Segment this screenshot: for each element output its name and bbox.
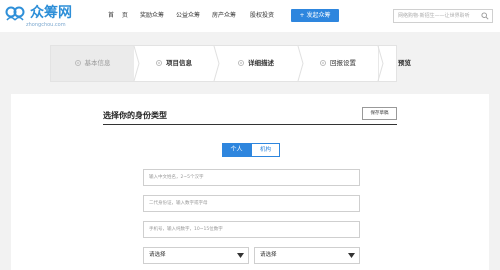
step-basic-info[interactable]: 基本信息 [51,46,134,81]
step-separator-icon [213,46,220,81]
identity-type-toggle: 个人 机构 [222,143,280,157]
nav-reward-crowdfunding[interactable]: 奖励众筹 [140,12,164,20]
name-field [143,169,360,186]
step-label: 预览 [398,59,411,67]
nav-charity-crowdfunding[interactable]: 公益众筹 [176,12,200,20]
province-select[interactable]: 请选择 [143,247,249,264]
select-value: 请选择 [260,252,277,258]
progress-steps: 基本信息 项目信息 详细描述 回报设置 预览 [50,45,411,82]
id-card-field [143,195,360,212]
id-card-input[interactable] [149,196,354,211]
logo-title: 众筹网 [30,5,72,21]
step-project-info[interactable]: 项目信息 [134,46,214,81]
step-preview[interactable]: 预览 [378,46,430,81]
search-box [393,9,493,23]
top-header: 众筹网 zhongchou.com 首 页 奖励众筹 公益众筹 房产众筹 股权投… [0,0,500,32]
search-input[interactable] [398,10,478,22]
identity-organization-tab[interactable]: 机构 [251,143,280,157]
start-crowdfunding-button[interactable]: + 发起众筹 [291,9,339,22]
phone-input[interactable] [149,222,354,237]
nav-equity-investment[interactable]: 股权投资 [250,12,274,20]
name-input[interactable] [149,170,354,185]
step-separator-icon [297,46,304,81]
step-reward-settings[interactable]: 回报设置 [298,46,378,81]
city-select[interactable]: 请选择 [254,247,360,264]
section-title: 选择你的身份类型 [103,111,167,120]
title-divider [103,124,397,125]
step-detailed-description[interactable]: 详细描述 [214,46,298,81]
step-label: 项目信息 [166,59,192,67]
step-separator-icon [133,46,140,81]
caret-down-icon [348,253,355,258]
search-icon[interactable] [481,12,489,20]
nav-property-crowdfunding[interactable]: 房产众筹 [212,12,236,20]
save-draft-button[interactable]: 保存草稿 [362,107,397,120]
nav-home[interactable]: 首 页 [108,12,131,20]
step-status-icon [320,60,326,66]
step-label: 详细描述 [248,59,274,67]
select-value: 请选择 [149,252,166,258]
step-label: 基本信息 [84,59,111,67]
step-status-icon [156,60,162,66]
caret-down-icon [237,253,244,258]
logo-people-icon [5,6,25,21]
identity-form-panel: 选择你的身份类型 保存草稿 个人 机构 请选择 请选择 [11,94,489,270]
step-separator-icon [377,46,384,81]
logo-subtitle: zhongchou.com [26,22,66,28]
site-logo[interactable]: 众筹网 zhongchou.com [5,5,75,29]
identity-individual-tab[interactable]: 个人 [222,143,251,157]
step-status-icon [238,60,244,66]
step-status-icon [74,60,81,66]
step-label: 回报设置 [330,59,356,67]
phone-field [143,221,360,238]
